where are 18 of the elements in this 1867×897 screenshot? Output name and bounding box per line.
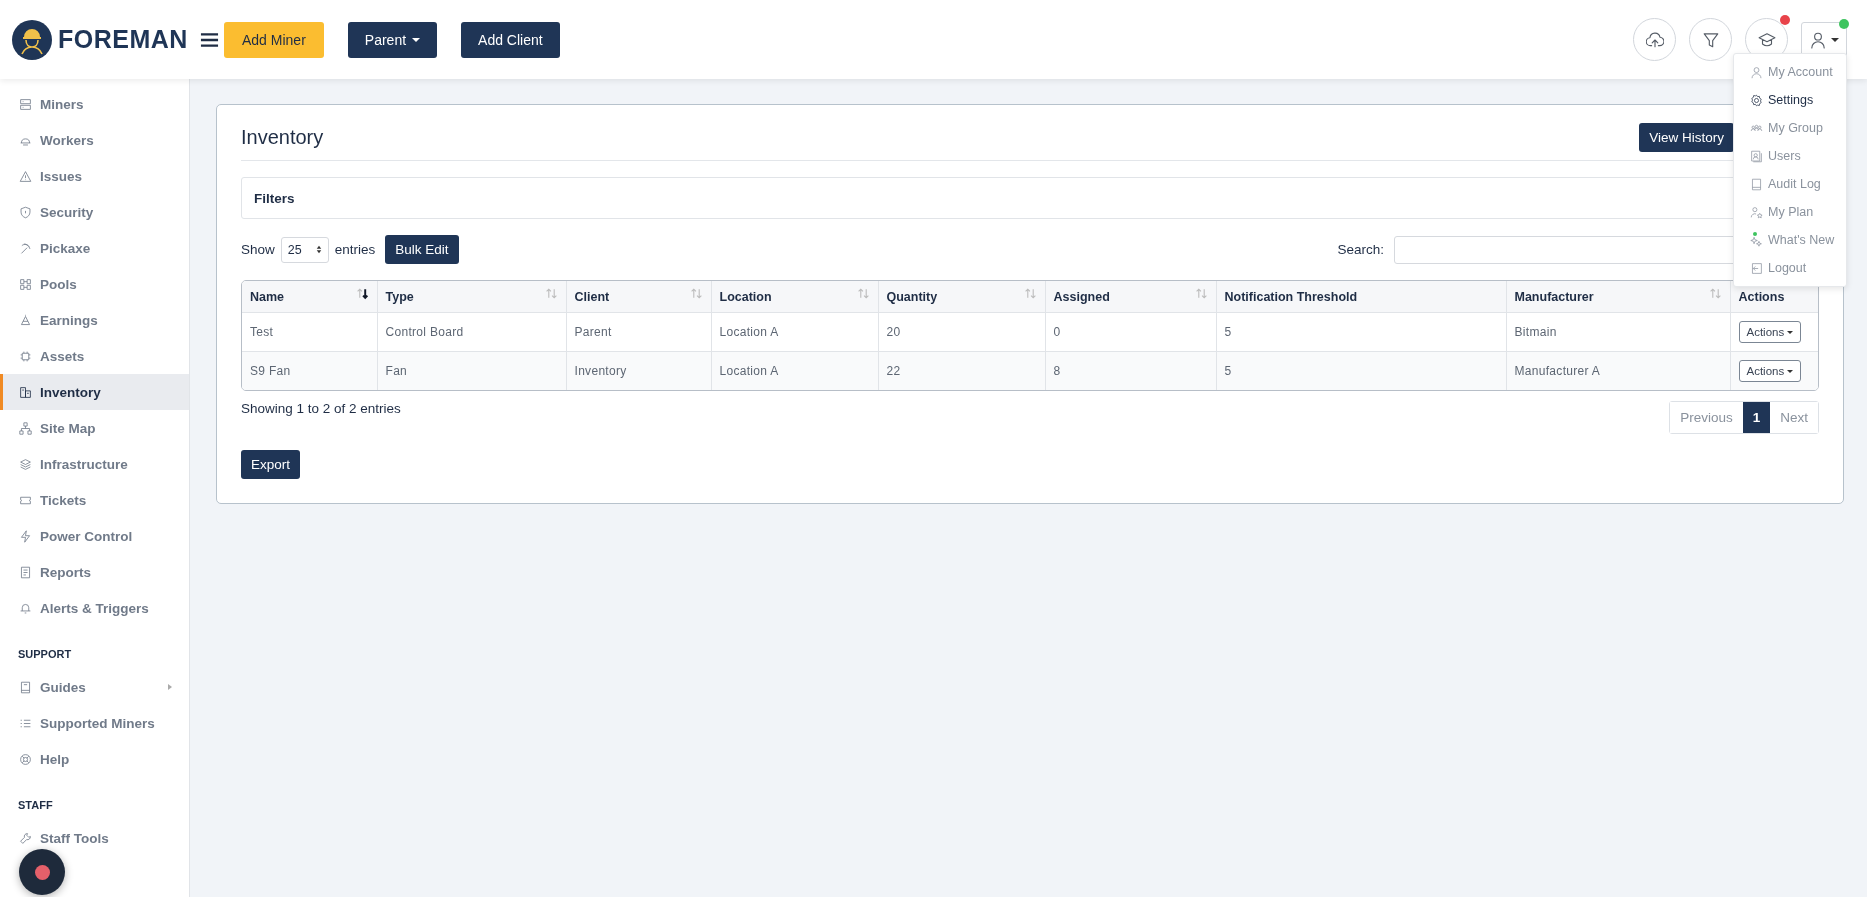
entries-label: entries <box>334 242 376 257</box>
show-label: Show <box>241 242 275 257</box>
column-header: Notification Threshold <box>1216 281 1506 313</box>
search-label: Search: <box>1337 242 1384 257</box>
page-title: Inventory <box>241 126 324 149</box>
table-cell: Inventory <box>566 351 711 390</box>
section-heading: STAFF <box>17 798 54 813</box>
table-cell: 5 <box>1216 351 1506 390</box>
table-cell: S9 Fan <box>242 351 377 390</box>
table-cell: 22 <box>878 351 1045 390</box>
table-cell: 8 <box>1045 351 1216 390</box>
section-heading: SUPPORT <box>17 647 73 662</box>
table-cell: Fan <box>377 351 566 390</box>
table-cell: Location A <box>711 351 878 390</box>
entries-info: Showing 1 to 2 of 2 entries <box>241 401 401 416</box>
table-cell: Manufacturer A <box>1506 351 1730 390</box>
brand-name: FOREMAN <box>58 25 188 54</box>
filters-heading: Filters <box>254 190 295 206</box>
